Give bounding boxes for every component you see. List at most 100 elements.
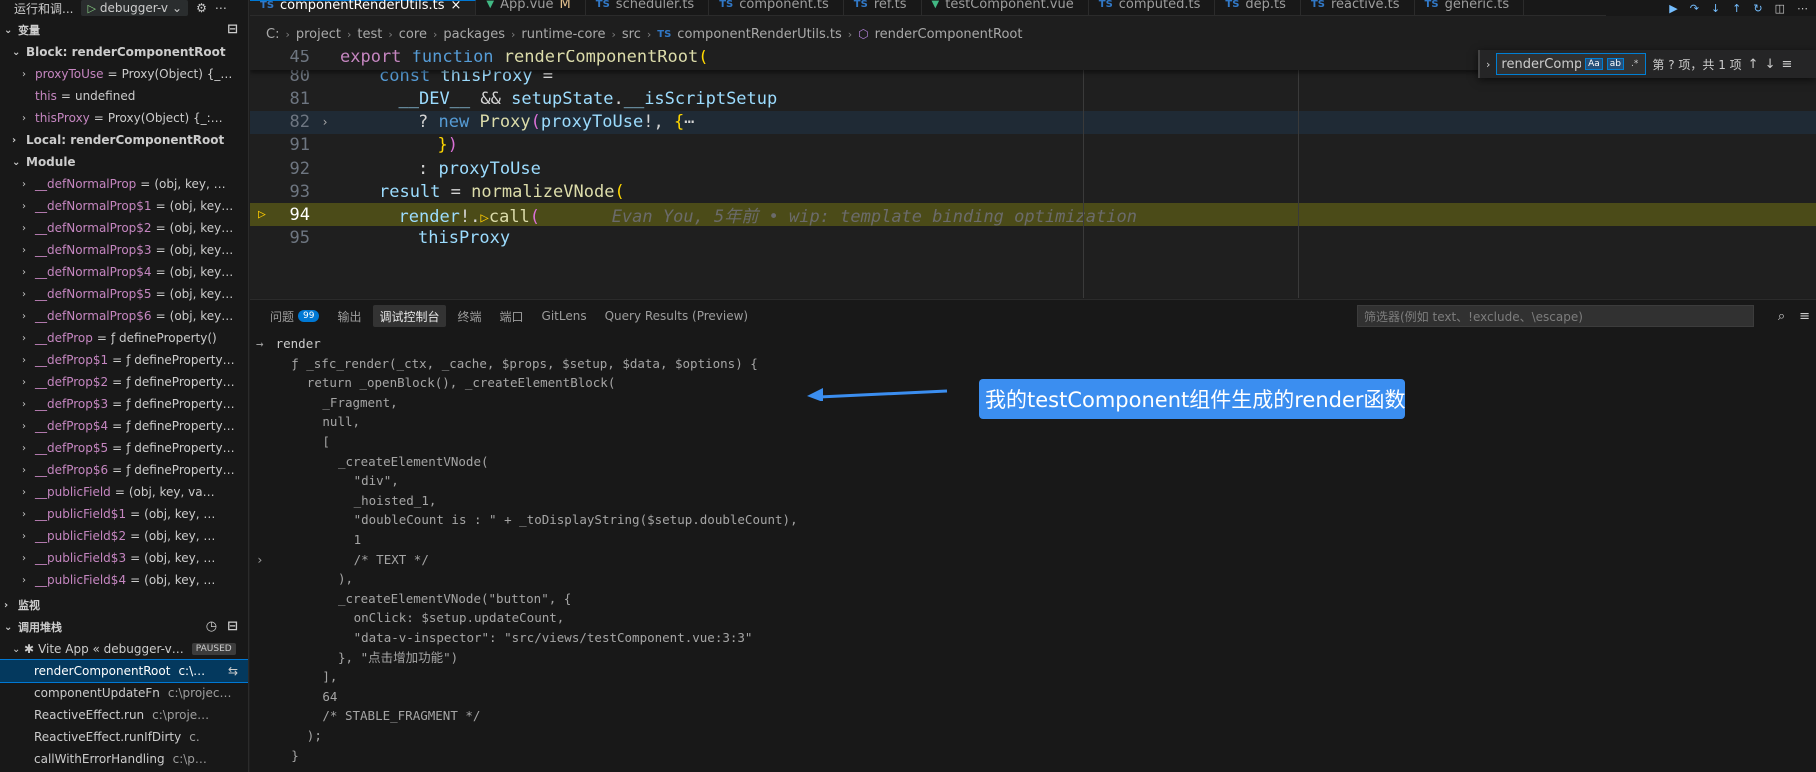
variable-row[interactable]: › __publicField = (obj, key, va… xyxy=(0,481,248,503)
chevron-right-icon[interactable]: › xyxy=(22,465,35,476)
breadcrumb-file[interactable]: componentRenderUtils.ts xyxy=(677,27,841,42)
step-over-icon[interactable]: ↷ xyxy=(1690,2,1699,15)
fold-chevron-icon[interactable]: › xyxy=(310,115,340,129)
step-into-icon[interactable]: ↓ xyxy=(1711,2,1720,15)
console-line[interactable]: }, "点击增加功能") xyxy=(250,648,458,668)
variable-row[interactable]: › thisProxy = Proxy(Object) {_:… xyxy=(0,107,248,129)
editor-tab[interactable]: TS dep.ts xyxy=(1215,0,1301,15)
variable-row[interactable]: › __publicField$3 = (obj, key, … xyxy=(0,547,248,569)
clock-icon[interactable]: ◷ xyxy=(206,619,217,634)
console-line[interactable]: 1 xyxy=(250,530,362,550)
play-icon[interactable]: ▷ xyxy=(87,2,95,15)
scope-local[interactable]: › Local: renderComponentRoot xyxy=(0,129,248,151)
code-line[interactable]: 94 render!.▷call( Evan You, 5年前 • wip: te… xyxy=(250,203,1816,227)
chevron-right-icon[interactable]: › xyxy=(22,223,35,234)
variable-row[interactable]: › __publicField$1 = (obj, key, … xyxy=(0,503,248,525)
code-line[interactable]: 95 thisProxy xyxy=(250,227,1816,250)
panel-tab[interactable]: 端口 xyxy=(494,305,530,327)
console-line[interactable]: [ xyxy=(250,432,330,452)
chevron-right-icon[interactable]: › xyxy=(22,443,35,454)
editor-tab[interactable]: TS computed.ts xyxy=(1089,0,1216,15)
editor-tab[interactable]: TS ref.ts xyxy=(844,0,922,15)
panel-tab[interactable]: 问题 99 xyxy=(264,305,325,327)
collapse-all-icon[interactable]: ⊟ xyxy=(227,22,238,37)
chevron-right-icon[interactable]: › xyxy=(22,201,35,212)
chevron-right-icon[interactable]: › xyxy=(22,267,35,278)
variable-row[interactable]: › __defProp$4 = ƒ defineProperty… xyxy=(0,415,248,437)
callstack-frame[interactable]: ReactiveEffect.run c:\proje… xyxy=(0,704,248,726)
match-case-toggle[interactable]: Aa xyxy=(1585,58,1603,70)
editor-tab[interactable]: TS generic.ts xyxy=(1415,0,1525,15)
breadcrumb-item[interactable]: runtime-core xyxy=(521,27,605,42)
whole-word-toggle[interactable]: ab xyxy=(1606,58,1625,70)
console-line[interactable]: ƒ _sfc_render(_ctx, _cache, $props, $set… xyxy=(250,354,758,374)
editor-tab[interactable]: ▼ testComponent.vue xyxy=(922,0,1089,15)
variable-row[interactable]: › __defProp$2 = ƒ defineProperty… xyxy=(0,371,248,393)
chevron-right-icon[interactable]: › xyxy=(22,399,35,410)
editor-tab[interactable]: TS component.ts xyxy=(709,0,844,15)
arrow-up-icon[interactable]: ↑ xyxy=(1748,57,1759,72)
callstack-frame[interactable]: componentUpdateFn c:\projec… xyxy=(0,682,248,704)
callstack-session[interactable]: ⌄ ✱ Vite App « debugger-v… PAUSED xyxy=(0,638,248,660)
chevron-right-icon[interactable]: › xyxy=(22,487,35,498)
breadcrumb-item[interactable]: C: xyxy=(266,27,279,42)
editor-tab[interactable]: ▼ App.vue M xyxy=(476,0,586,15)
console-line[interactable]: /* STABLE_FRAGMENT */ xyxy=(250,706,480,726)
chevron-right-icon[interactable]: › xyxy=(22,113,35,124)
variable-row[interactable]: › __defNormalProp$6 = (obj, key… xyxy=(0,305,248,327)
breadcrumb-item[interactable]: src xyxy=(622,27,641,42)
code-line[interactable]: 93 result = normalizeVNode( xyxy=(250,180,1816,203)
variable-row[interactable]: › __defNormalProp$5 = (obj, key… xyxy=(0,283,248,305)
arrow-down-icon[interactable]: ↓ xyxy=(1765,57,1776,72)
variable-row[interactable]: › __publicField$2 = (obj, key, … xyxy=(0,525,248,547)
variable-row[interactable]: ›this=undefined xyxy=(0,85,248,107)
variable-row[interactable]: › proxyToUse = Proxy(Object) {_… xyxy=(0,63,248,85)
chevron-right-icon[interactable]: › xyxy=(22,575,35,586)
console-line[interactable]: "div", xyxy=(250,471,399,491)
menu-icon[interactable]: ≡ xyxy=(1781,57,1792,72)
variable-row[interactable]: › __defProp$3 = ƒ defineProperty… xyxy=(0,393,248,415)
code-line[interactable]: 81 __DEV__ && setupState.__isScriptSetup xyxy=(250,87,1816,110)
find-input[interactable]: renderComponentRo Aa ab .* xyxy=(1496,53,1647,75)
more-icon[interactable]: ⋯ xyxy=(1797,2,1808,15)
code-line[interactable]: 91}) xyxy=(250,134,1816,157)
breadcrumb-item[interactable]: test xyxy=(357,27,382,42)
close-icon[interactable]: × xyxy=(450,0,461,12)
breadcrumb-item[interactable]: packages xyxy=(443,27,505,42)
chevron-right-icon[interactable]: › xyxy=(22,509,35,520)
console-line[interactable]: onClick: $setup.updateCount, xyxy=(250,608,565,628)
split-editor-icon[interactable]: ◫ xyxy=(1775,2,1785,15)
console-line[interactable]: ), xyxy=(250,569,353,589)
variable-row[interactable]: › __defProp$1 = ƒ defineProperty… xyxy=(0,349,248,371)
gear-icon[interactable]: ⚙ xyxy=(196,1,207,15)
chevron-right-icon[interactable]: › xyxy=(22,289,35,300)
variable-row[interactable]: › __defNormalProp$2 = (obj, key… xyxy=(0,217,248,239)
code-editor[interactable]: 45export function renderComponentRoot(79… xyxy=(250,50,1816,298)
editor-tab[interactable]: TS scheduler.ts xyxy=(586,0,710,15)
chevron-right-icon[interactable]: › xyxy=(22,553,35,564)
console-line[interactable]: return _openBlock(), _createElementBlock… xyxy=(250,373,616,393)
step-out-icon[interactable]: ↑ xyxy=(1732,2,1741,15)
chevron-right-icon[interactable]: › xyxy=(22,421,35,432)
console-line[interactable]: _hoisted_1, xyxy=(250,491,437,511)
wrap-lines-icon[interactable]: ≡ xyxy=(1799,309,1810,324)
watch-section-header[interactable]: › 监视 xyxy=(0,594,248,616)
console-line[interactable]: } xyxy=(250,746,299,766)
chevron-right-icon[interactable]: › xyxy=(22,377,35,388)
chevron-right-icon[interactable]: › xyxy=(256,550,264,570)
continue-icon[interactable]: ▶ xyxy=(1669,2,1677,15)
restart-icon[interactable]: ↻ xyxy=(1753,2,1762,15)
panel-tab[interactable]: GitLens xyxy=(536,305,593,327)
find-query[interactable]: renderComponentRo xyxy=(1501,57,1581,72)
breadcrumb-symbol[interactable]: renderComponentRoot xyxy=(875,27,1023,42)
console-line[interactable]: 64 xyxy=(250,687,337,707)
callstack-frame[interactable]: ReactiveEffect.runIfDirty c. xyxy=(0,726,248,748)
collapse-all-icon[interactable]: ⊟ xyxy=(227,619,238,634)
variable-row[interactable]: › __defNormalProp$3 = (obj, key… xyxy=(0,239,248,261)
code-line[interactable]: 92: proxyToUse xyxy=(250,157,1816,180)
console-line[interactable]: _createElementVNode( xyxy=(250,452,489,472)
chevron-right-icon[interactable]: › xyxy=(22,311,35,322)
editor-tab[interactable]: TS reactive.ts xyxy=(1301,0,1415,15)
more-icon[interactable]: ⋯ xyxy=(215,1,227,15)
console-line[interactable]: "data-v-inspector": "src/views/testCompo… xyxy=(250,628,753,648)
